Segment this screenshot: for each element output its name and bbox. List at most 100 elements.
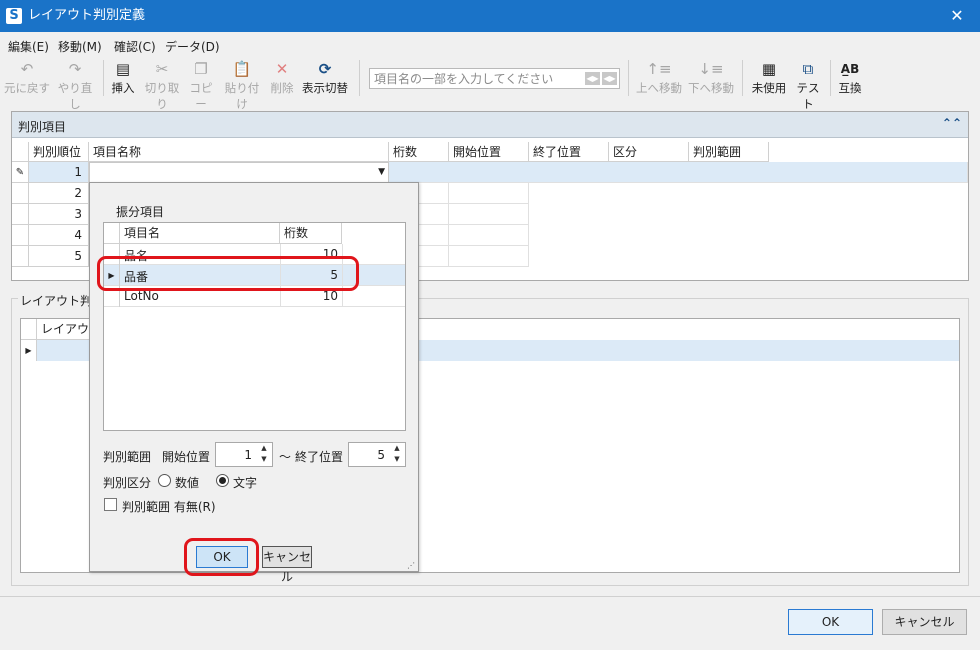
- column-header[interactable]: 開始位置: [449, 142, 529, 162]
- resize-grip-icon[interactable]: ⋰: [407, 561, 415, 570]
- column-header[interactable]: 桁数: [280, 223, 342, 244]
- start-value: 1: [244, 448, 252, 462]
- table-cell[interactable]: [449, 246, 529, 267]
- close-window-button[interactable]: ✕: [934, 0, 980, 32]
- column-header[interactable]: 項目名: [120, 223, 280, 244]
- row-header-corner: [12, 142, 29, 162]
- footer-divider: [0, 596, 980, 597]
- table-cell[interactable]: [449, 183, 529, 204]
- row-selector[interactable]: [12, 183, 29, 204]
- delete-button[interactable]: ✕ 削除: [267, 58, 297, 96]
- row-header-corner: [104, 223, 120, 244]
- numeric-label: 数値: [175, 476, 200, 490]
- chevron-down-icon[interactable]: ▼: [378, 167, 385, 177]
- range-label: 判別範囲: [103, 450, 152, 464]
- column-header[interactable]: 桁数: [389, 142, 449, 162]
- unused-icon: ▦: [761, 60, 777, 78]
- selected-row-cells[interactable]: [389, 162, 968, 183]
- table-row[interactable]: 3: [29, 204, 89, 225]
- panel-header: 判別項目 ⌃⌃: [12, 112, 968, 138]
- toolbar-divider: [830, 60, 831, 96]
- menu-move[interactable]: 移動(M): [58, 38, 102, 55]
- popup-cancel-button[interactable]: キャンセル: [262, 546, 312, 584]
- refresh-icon: ⟳: [318, 60, 332, 78]
- paste-button[interactable]: 📋 貼り付け: [220, 58, 264, 112]
- end-position-stepper[interactable]: 5 ▲ ▼: [348, 442, 406, 467]
- insert-icon: ▤: [115, 60, 131, 78]
- search-input[interactable]: [374, 71, 584, 86]
- start-position-stepper[interactable]: 1 ▲ ▼: [215, 442, 273, 467]
- highlight-selected-item: [97, 256, 359, 291]
- ok-button[interactable]: OK: [788, 609, 873, 635]
- redo-button[interactable]: ↷ やり直し: [54, 58, 96, 112]
- start-label: 開始位置: [162, 450, 211, 464]
- app-logo-icon: S: [6, 8, 22, 24]
- paste-icon: 📋: [232, 60, 252, 78]
- numeric-radio[interactable]: [158, 474, 171, 487]
- panel-title: 判別項目: [18, 120, 67, 134]
- swap-icon: A̲B: [840, 62, 860, 76]
- move-up-button[interactable]: ↑≡ 上へ移動: [635, 58, 683, 96]
- test-icon: ⧉: [802, 60, 814, 78]
- text-label: 文字: [233, 476, 258, 490]
- text-radio[interactable]: [216, 474, 229, 487]
- range-enabled-label: 判別範囲 有無(R): [122, 500, 216, 514]
- search-box: ◀▶ ◀▶: [369, 68, 620, 89]
- cut-button[interactable]: ✂ 切り取り: [140, 58, 184, 112]
- edit-pencil-icon: ✎: [12, 162, 29, 183]
- menu-edit[interactable]: 編集(E): [8, 38, 49, 55]
- table-row[interactable]: 2: [29, 183, 89, 204]
- menu-confirm[interactable]: 確認(C): [114, 38, 156, 55]
- table-row[interactable]: 5: [29, 246, 89, 267]
- end-value: 5: [377, 448, 385, 462]
- column-header[interactable]: 区分: [609, 142, 689, 162]
- item-name: LotNo: [124, 289, 159, 303]
- kind-label: 判別区分: [103, 476, 152, 490]
- move-down-button[interactable]: ↓≡ 下へ移動: [687, 58, 735, 96]
- popup-grid: 項目名 桁数 品名 10 ▶ 品番 5 LotNo 10: [103, 222, 406, 431]
- spin-arrows-icon[interactable]: ▲ ▼: [256, 443, 272, 466]
- toolbar-divider: [359, 60, 360, 96]
- cancel-button[interactable]: キャンセル: [882, 609, 967, 635]
- column-header[interactable]: 終了位置: [529, 142, 609, 162]
- column-header[interactable]: 判別範囲: [689, 142, 769, 162]
- delete-icon: ✕: [275, 60, 289, 78]
- spin-arrows-icon[interactable]: ▲ ▼: [389, 443, 405, 466]
- copy-button[interactable]: ❐ コピー: [186, 58, 216, 112]
- copy-icon: ❐: [194, 60, 208, 78]
- range-enabled-checkbox[interactable]: [104, 498, 117, 511]
- row-pointer-icon: ▶: [21, 340, 37, 361]
- collapse-icon[interactable]: ⌃⌃: [942, 116, 962, 130]
- row-header-corner: [21, 319, 37, 340]
- unused-button[interactable]: ▦ 未使用: [750, 58, 788, 96]
- column-header[interactable]: 項目名称: [89, 142, 389, 162]
- item-select-popup: 振分項目 項目名 桁数 品名 10 ▶ 品番 5 LotNo 10 判別範囲 開…: [89, 182, 419, 584]
- test-button[interactable]: ⧉ テスト: [791, 58, 825, 112]
- search-prev-icon[interactable]: ◀▶: [585, 72, 600, 85]
- move-up-icon: ↑≡: [646, 60, 672, 78]
- table-row[interactable]: 4: [29, 225, 89, 246]
- redo-icon: ↷: [68, 60, 82, 78]
- menu-bar: 編集(E) 移動(M) 確認(C) データ(D): [0, 34, 980, 56]
- toggle-view-button[interactable]: ⟳ 表示切替: [299, 58, 351, 96]
- table-cell[interactable]: [449, 204, 529, 225]
- search-next-icon[interactable]: ◀▶: [602, 72, 617, 85]
- popup-title: 振分項目: [116, 205, 165, 219]
- undo-icon: ↶: [20, 60, 34, 78]
- row-selector[interactable]: [12, 204, 29, 225]
- swap-button[interactable]: A̲B 互換: [835, 58, 865, 96]
- table-cell[interactable]: [449, 225, 529, 246]
- menu-data[interactable]: データ(D): [165, 38, 220, 55]
- title-bar: S レイアウト判別定義 ✕: [0, 0, 980, 32]
- window-title: レイアウト判別定義: [28, 8, 146, 23]
- column-header[interactable]: 判別順位: [29, 142, 89, 162]
- item-name-dropdown[interactable]: ▼: [89, 162, 389, 183]
- highlight-ok-button: [184, 538, 259, 576]
- undo-button[interactable]: ↶ 元に戻す: [4, 58, 50, 96]
- table-row[interactable]: 1: [29, 162, 89, 183]
- toolbar-divider: [628, 60, 629, 96]
- row-selector[interactable]: [12, 246, 29, 267]
- row-selector[interactable]: [12, 225, 29, 246]
- tilde-separator: ～: [279, 450, 292, 464]
- insert-button[interactable]: ▤ 挿入: [108, 58, 138, 96]
